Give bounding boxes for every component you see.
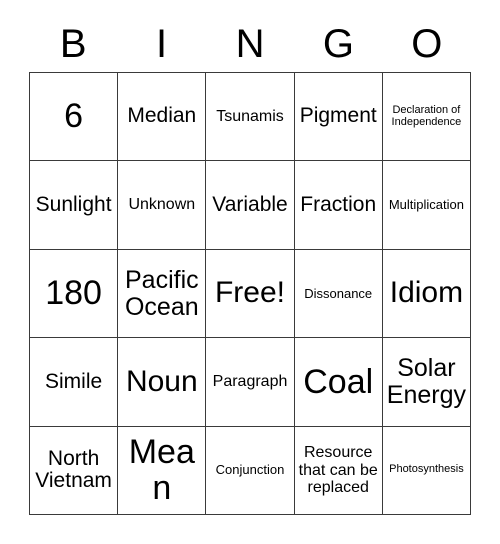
- bingo-cell-g1[interactable]: Pigment: [294, 73, 383, 162]
- bingo-cell-label: Resource that can be replaced: [298, 444, 378, 496]
- bingo-cell-label: Noun: [125, 364, 198, 398]
- bingo-cell-n5[interactable]: Conjunction: [206, 426, 295, 516]
- bingo-header: B I N G O: [29, 16, 471, 72]
- bingo-cell-label: Tsunamis: [216, 108, 284, 126]
- bingo-cell-label: Free!: [214, 276, 286, 310]
- bingo-cell-label: Coal: [303, 362, 374, 401]
- bingo-row: Simile Noun Paragraph Coal Solar Energy: [30, 338, 472, 427]
- bingo-row: 6 Median Tsunamis Pigment Declaration of…: [30, 73, 472, 162]
- bingo-cell-label: Solar Energy: [386, 353, 467, 409]
- bingo-cell-label: Declaration of Independence: [391, 103, 462, 128]
- bingo-cell-label: Pacific Ocean: [124, 265, 199, 321]
- bingo-cell-label: 6: [64, 97, 84, 136]
- bingo-cell-label: Mean: [128, 432, 195, 508]
- header-letter-n: N: [235, 22, 265, 66]
- bingo-cell-b4[interactable]: Simile: [30, 338, 119, 427]
- bingo-cell-o2[interactable]: Multiplication: [382, 161, 472, 250]
- bingo-cell-n1[interactable]: Tsunamis: [206, 73, 295, 162]
- bingo-cell-label: Paragraph: [212, 373, 288, 391]
- bingo-row: North Vietnam Mean Conjunction Resource …: [30, 426, 472, 516]
- bingo-row: 180 Pacific Ocean Free! Dissonance Idiom: [30, 249, 472, 339]
- bingo-cell-b1[interactable]: 6: [30, 73, 119, 162]
- header-letter-b: B: [59, 22, 87, 66]
- bingo-cell-free-space[interactable]: Free!: [206, 249, 295, 339]
- bingo-cell-i4[interactable]: Noun: [118, 338, 207, 427]
- bingo-cell-o1[interactable]: Declaration of Independence: [382, 73, 472, 162]
- bingo-grid: 6 Median Tsunamis Pigment Declaration of…: [29, 72, 472, 516]
- bingo-cell-label: 180: [45, 274, 102, 313]
- header-letter-g: G: [322, 22, 354, 66]
- bingo-cell-g2[interactable]: Fraction: [294, 161, 383, 250]
- bingo-cell-label: Pigment: [299, 104, 377, 128]
- bingo-cell-n4[interactable]: Paragraph: [206, 338, 295, 427]
- bingo-cell-label: Fraction: [300, 192, 377, 216]
- bingo-row: Sunlight Unknown Variable Fraction Multi…: [30, 161, 472, 250]
- bingo-cell-g5[interactable]: Resource that can be replaced: [294, 426, 383, 516]
- header-letter-i: I: [156, 22, 168, 66]
- bingo-cell-i5[interactable]: Mean: [118, 426, 207, 516]
- bingo-cell-label: Simile: [45, 369, 103, 393]
- bingo-cell-label: Conjunction: [215, 462, 285, 478]
- bingo-cell-i3[interactable]: Pacific Ocean: [118, 249, 207, 339]
- bingo-cell-g4[interactable]: Coal: [294, 338, 383, 427]
- bingo-cell-label: North Vietnam: [35, 446, 112, 493]
- bingo-cell-i2[interactable]: Unknown: [118, 161, 207, 250]
- bingo-cell-o5[interactable]: Photosynthesis: [382, 426, 472, 516]
- bingo-cell-label: Variable: [212, 192, 288, 216]
- bingo-cell-g3[interactable]: Dissonance: [294, 249, 383, 339]
- bingo-cell-b2[interactable]: Sunlight: [30, 161, 119, 250]
- bingo-cell-label: Dissonance: [304, 285, 373, 301]
- bingo-cell-label: Idiom: [389, 276, 464, 310]
- header-letter-o: O: [411, 22, 443, 66]
- bingo-cell-label: Unknown: [128, 196, 196, 214]
- bingo-cell-label: Median: [127, 104, 197, 128]
- bingo-cell-n2[interactable]: Variable: [206, 161, 295, 250]
- bingo-cell-b3[interactable]: 180: [30, 249, 119, 339]
- bingo-cell-label: Sunlight: [35, 192, 112, 216]
- bingo-card: B I N G O 6 Median Tsunamis Pigment Decl…: [0, 0, 500, 544]
- bingo-cell-o3[interactable]: Idiom: [382, 249, 472, 339]
- bingo-cell-i1[interactable]: Median: [118, 73, 207, 162]
- bingo-cell-label: Multiplication: [388, 197, 464, 213]
- bingo-cell-label: Photosynthesis: [389, 463, 464, 476]
- bingo-cell-b5[interactable]: North Vietnam: [30, 426, 119, 516]
- bingo-cell-o4[interactable]: Solar Energy: [382, 338, 472, 427]
